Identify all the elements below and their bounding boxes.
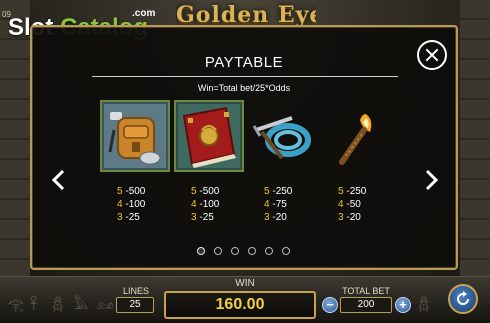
paytable-formula: Win=Total bet/25*Odds [197, 83, 291, 93]
payout-value: 100 [128, 199, 146, 210]
payout-count: 5 [338, 186, 344, 197]
payout-count: 4 [117, 199, 123, 210]
torch-icon [339, 114, 372, 165]
payout-count: 5 [191, 186, 197, 197]
payout-row: 4 -50 [338, 198, 398, 211]
win-amount: 160.00 [164, 291, 316, 319]
payout-count: 4 [338, 199, 344, 210]
payout-value: 20 [275, 212, 287, 223]
page-dot[interactable] [197, 247, 205, 255]
spin-button[interactable] [448, 284, 478, 314]
hieroglyph-icon: 𓃭 [96, 297, 114, 312]
close-button[interactable] [417, 40, 447, 70]
payout-value: 75 [275, 199, 287, 210]
payout-row: 3 -20 [264, 211, 324, 224]
lines-label: LINES [122, 286, 149, 296]
previous-page-button[interactable] [50, 169, 68, 191]
payouts-rope-pickaxe: 5 -250 4 -75 3 -20 [264, 185, 324, 224]
payout-value: 25 [202, 212, 214, 223]
payouts-book: 5 -500 4 -100 3 -25 [191, 185, 251, 224]
payout-value: 500 [128, 186, 146, 197]
win-label: WIN [235, 278, 255, 289]
hieroglyph-icon: 𓆣 [418, 297, 430, 312]
hieroglyph-icon: 𓂀 [8, 297, 25, 312]
total-bet-value: 200 [340, 297, 392, 313]
payout-value: 50 [349, 199, 361, 210]
payout-count: 5 [264, 186, 270, 197]
payout-count: 4 [264, 199, 270, 210]
chevron-right-icon [425, 169, 439, 191]
hieroglyph-icon: 𓅓 [74, 297, 89, 312]
payout-row: 3 -25 [117, 211, 177, 224]
symbol-backpack [100, 100, 170, 172]
payout-count: 3 [264, 212, 270, 223]
payout-row: 3 -25 [191, 211, 251, 224]
symbol-torch [322, 100, 392, 172]
payout-count: 3 [338, 212, 344, 223]
payout-value: 250 [275, 186, 293, 197]
decrease-bet-button[interactable]: − [322, 297, 338, 313]
chevron-left-icon [51, 169, 65, 191]
payouts-backpack: 5 -500 4 -100 3 -25 [117, 185, 177, 224]
page-dot[interactable] [282, 247, 290, 255]
symbol-rope-pickaxe [248, 100, 318, 172]
payout-count: 4 [191, 199, 197, 210]
payout-value: 25 [128, 212, 140, 223]
payout-count: 5 [117, 186, 123, 197]
payout-value: 500 [202, 186, 220, 197]
stone-pillar-right [460, 0, 490, 283]
control-bar: 𓂀 𓋹 𓆣 𓅓 𓃭 𓆣 LINES 25 WIN 160.00 TOTAL BE… [0, 276, 490, 323]
payouts-torch: 5 -250 4 -50 3 -20 [338, 185, 398, 224]
paytable-panel: PAYTABLE Win=Total bet/25*Odds 5 -500 4 … [30, 25, 458, 270]
page-dot[interactable] [265, 247, 273, 255]
payout-row: 4 -75 [264, 198, 324, 211]
hieroglyph-icon: 𓋹 [30, 297, 38, 312]
payout-row: 4 -100 [117, 198, 177, 211]
payout-row: 5 -250 [264, 185, 324, 198]
increase-bet-button[interactable]: + [395, 297, 411, 313]
payout-value: 100 [202, 199, 220, 210]
payout-row: 5 -250 [338, 185, 398, 198]
page-dot[interactable] [248, 247, 256, 255]
page-indicator [197, 247, 297, 257]
payout-count: 3 [191, 212, 197, 223]
page-dot[interactable] [231, 247, 239, 255]
paytable-title: PAYTABLE [204, 54, 284, 71]
book-icon [174, 100, 244, 172]
payout-row: 5 -500 [191, 185, 251, 198]
rope-pickaxe-icon [252, 116, 311, 160]
spin-icon [457, 291, 469, 305]
payout-value: 250 [349, 186, 367, 197]
hieroglyph-icon: 𓆣 [52, 297, 64, 312]
symbol-book [174, 100, 244, 172]
next-page-button[interactable] [422, 169, 440, 191]
payout-row: 4 -100 [191, 198, 251, 211]
stone-pillar-left [0, 0, 30, 283]
watermark-suffix: .com [132, 8, 156, 19]
payout-row: 3 -20 [338, 211, 398, 224]
payout-value: 20 [349, 212, 361, 223]
title-divider [92, 76, 398, 77]
page-dot[interactable] [214, 247, 222, 255]
lines-value: 25 [116, 297, 154, 313]
payout-count: 3 [117, 212, 123, 223]
total-bet-label: TOTAL BET [342, 286, 390, 296]
payout-row: 5 -500 [117, 185, 177, 198]
backpack-icon [100, 100, 170, 172]
